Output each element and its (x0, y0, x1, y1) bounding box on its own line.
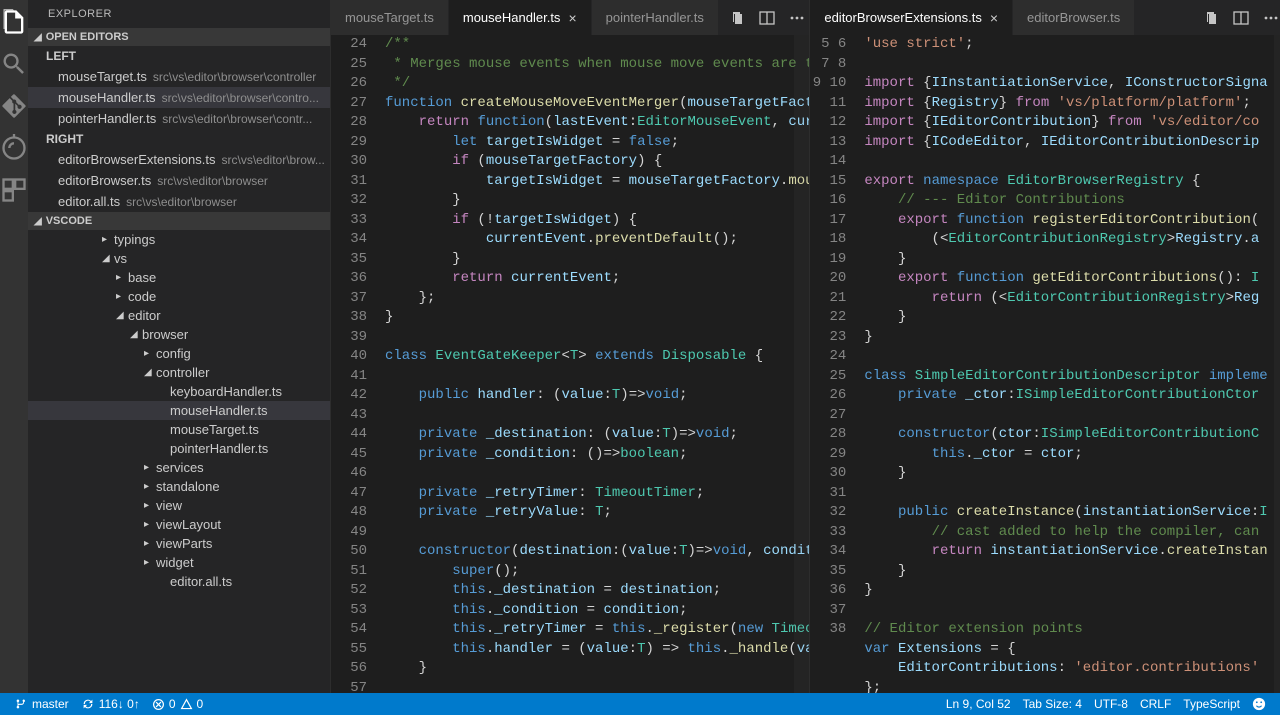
editor-group-left: mouseTarget.tsmouseHandler.ts×pointerHan… (330, 0, 809, 693)
code-editor-right[interactable]: 5 6 7 8 9 10 11 12 13 14 15 16 17 18 19 … (810, 35, 1280, 693)
open-editors-header[interactable]: ◢OPEN EDITORS (28, 28, 330, 46)
editor-tab[interactable]: editorBrowserExtensions.ts× (810, 0, 1013, 35)
language-status[interactable]: TypeScript (1177, 697, 1246, 711)
tree-item[interactable]: editor.all.ts (28, 572, 330, 591)
search-icon[interactable] (0, 50, 28, 78)
tree-item[interactable]: ◢controller (28, 363, 330, 382)
tree-item[interactable]: ▸config (28, 344, 330, 363)
tree-item[interactable]: ▸standalone (28, 477, 330, 496)
tab-size-status[interactable]: Tab Size: 4 (1017, 697, 1088, 711)
tree-item[interactable]: pointerHandler.ts (28, 439, 330, 458)
split-icon[interactable] (1233, 10, 1249, 26)
editor-group-left-label: LEFT (28, 46, 330, 66)
editor-tab[interactable]: mouseHandler.ts× (449, 0, 592, 35)
open-editor-item[interactable]: mouseHandler.tssrc\vs\editor\browser\con… (28, 87, 330, 108)
git-branch-status[interactable]: master (8, 697, 75, 711)
open-editor-item[interactable]: editorBrowser.tssrc\vs\editor\browser (28, 170, 330, 191)
problems-status[interactable]: 0 0 (146, 697, 209, 711)
editor-tab[interactable]: mouseTarget.ts (331, 0, 449, 35)
tree-item[interactable]: ▸viewLayout (28, 515, 330, 534)
tree-item[interactable]: ◢browser (28, 325, 330, 344)
copy-icon[interactable] (729, 10, 745, 26)
tree-item[interactable]: mouseHandler.ts (28, 401, 330, 420)
tab-bar-left: mouseTarget.tsmouseHandler.ts×pointerHan… (331, 0, 809, 35)
activity-bar (0, 0, 28, 693)
tree-item[interactable]: ▸view (28, 496, 330, 515)
vscode-folder-header[interactable]: ◢VSCODE (28, 212, 330, 230)
copy-icon[interactable] (1203, 10, 1219, 26)
tree-item[interactable]: ▸widget (28, 553, 330, 572)
tree-item[interactable]: ▸services (28, 458, 330, 477)
git-icon[interactable] (0, 92, 28, 120)
tree-item[interactable]: ▸base (28, 268, 330, 287)
tree-item[interactable]: ▸typings (28, 230, 330, 249)
open-editor-item[interactable]: editorBrowserExtensions.tssrc\vs\editor\… (28, 149, 330, 170)
eol-status[interactable]: CRLF (1134, 697, 1177, 711)
close-icon[interactable]: × (990, 10, 998, 26)
feedback-icon[interactable] (1246, 697, 1272, 711)
explorer-icon[interactable] (0, 8, 28, 36)
debug-icon[interactable] (0, 134, 28, 162)
cursor-position-status[interactable]: Ln 9, Col 52 (940, 697, 1017, 711)
open-editor-item[interactable]: mouseTarget.tssrc\vs\editor\browser\cont… (28, 66, 330, 87)
editor-group-right-label: RIGHT (28, 129, 330, 149)
tab-bar-right: editorBrowserExtensions.ts×editorBrowser… (810, 0, 1280, 35)
split-icon[interactable] (759, 10, 775, 26)
tree-item[interactable]: ▸viewParts (28, 534, 330, 553)
code-editor-left[interactable]: 24 25 26 27 28 29 30 31 32 33 34 35 36 3… (331, 35, 809, 693)
open-editor-item[interactable]: pointerHandler.tssrc\vs\editor\browser\c… (28, 108, 330, 129)
tree-item[interactable]: ◢editor (28, 306, 330, 325)
tree-item[interactable]: keyboardHandler.ts (28, 382, 330, 401)
minimap-left[interactable] (794, 35, 809, 693)
close-icon[interactable]: × (568, 10, 576, 26)
status-bar: master 116↓ 0↑ 0 0 Ln 9, Col 52 Tab Size… (0, 693, 1280, 715)
minimap-right[interactable] (1274, 35, 1280, 693)
tree-item[interactable]: ◢vs (28, 249, 330, 268)
encoding-status[interactable]: UTF-8 (1088, 697, 1134, 711)
extensions-icon[interactable] (0, 176, 28, 204)
editor-tab[interactable]: editorBrowser.ts (1013, 0, 1135, 35)
more-icon[interactable] (1263, 10, 1279, 26)
explorer-sidebar: EXPLORER ◢OPEN EDITORS LEFT mouseTarget.… (28, 0, 330, 693)
sidebar-title: EXPLORER (28, 0, 330, 28)
tree-item[interactable]: ▸code (28, 287, 330, 306)
more-icon[interactable] (789, 10, 805, 26)
editor-group-right: editorBrowserExtensions.ts×editorBrowser… (809, 0, 1280, 693)
editor-area: mouseTarget.tsmouseHandler.ts×pointerHan… (330, 0, 1280, 693)
tree-item[interactable]: mouseTarget.ts (28, 420, 330, 439)
git-sync-status[interactable]: 116↓ 0↑ (75, 697, 146, 711)
editor-tab[interactable]: pointerHandler.ts (592, 0, 719, 35)
open-editor-item[interactable]: editor.all.tssrc\vs\editor\browser (28, 191, 330, 212)
